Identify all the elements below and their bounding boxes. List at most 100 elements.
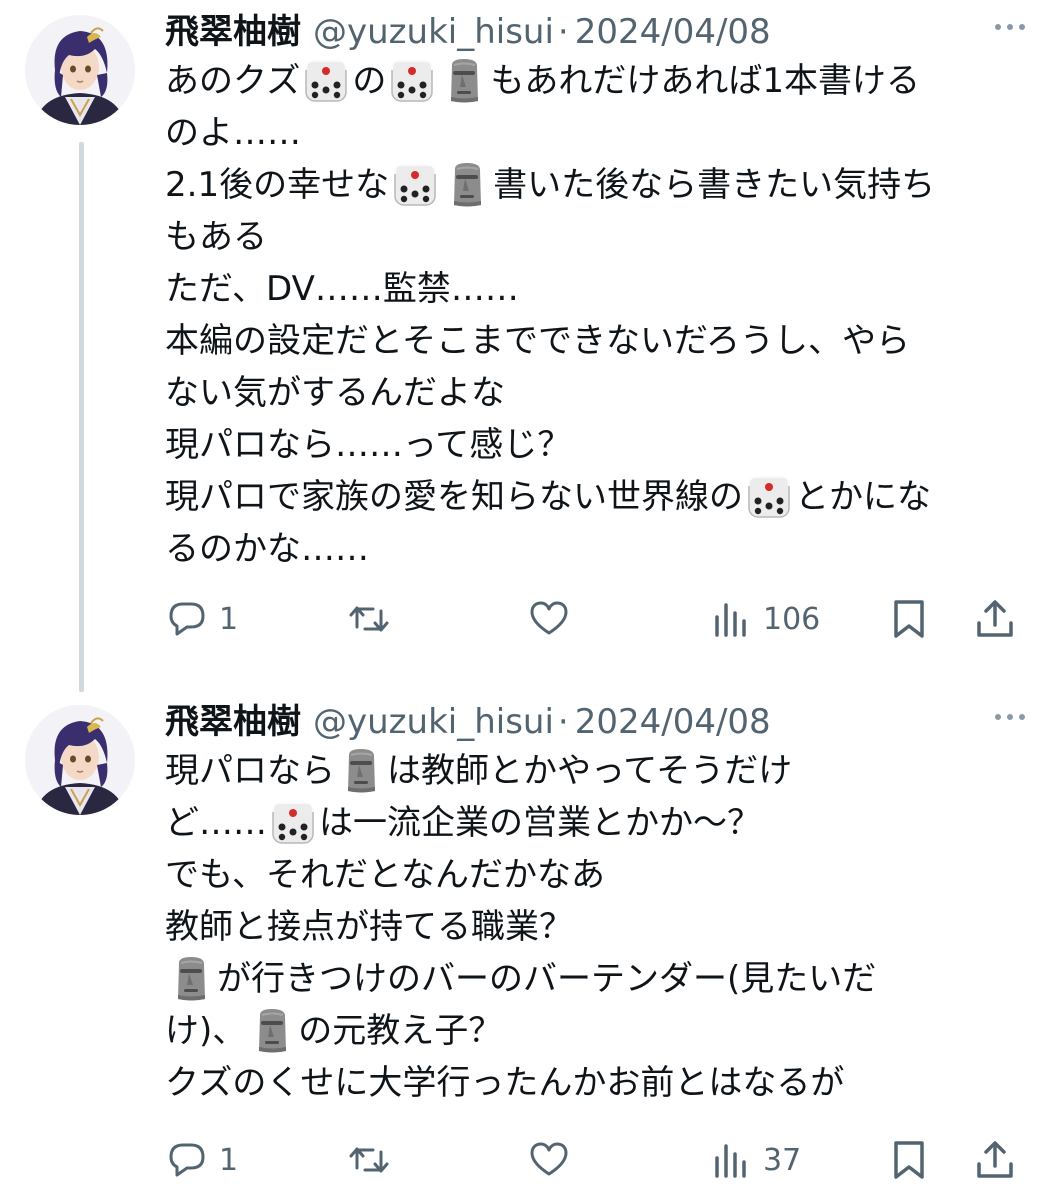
text-segment: クズのくせに大学行ったんかお前とはなるが (165, 1063, 845, 1103)
moai-emoji-icon (439, 57, 489, 105)
game-die-emoji-icon (387, 57, 437, 105)
text-segment: ど…… (165, 803, 267, 843)
text-segment: 現パロなら (165, 751, 335, 791)
moai-emoji-icon (166, 955, 216, 1003)
text-segment: ない気がするんだよな (165, 373, 505, 413)
retweet-button[interactable] (347, 594, 401, 644)
share-button[interactable] (973, 594, 1017, 644)
text-segment: もあれだけあれば1本書ける (490, 61, 920, 101)
views-button[interactable]: 37 (709, 1135, 801, 1185)
tweet-header: 飛翠柚樹 @yuzuki_hisui · 2024/04/08 (165, 698, 771, 746)
tweet-date[interactable]: 2024/04/08 (575, 698, 771, 746)
reply-count: 1 (219, 601, 239, 637)
views-button[interactable]: 106 (709, 594, 820, 644)
game-die-emoji-icon (301, 57, 351, 105)
tweet-header: 飛翠柚樹 @yuzuki_hisui · 2024/04/08 (165, 8, 771, 56)
text-segment: は一流企業の営業とかか〜？ (319, 803, 761, 843)
tweet-text-line: 現パロなら は教師とかやってそうだけ (165, 745, 1015, 797)
tweet-text-line: 現パロなら……って感じ？ (165, 419, 1015, 471)
tweet-text-line: 教師と接点が持てる職業？ (165, 901, 1015, 953)
like-button[interactable] (527, 594, 581, 644)
author-name[interactable]: 飛翠柚樹 (165, 8, 301, 56)
tweet-text-line: ない気がするんだよな (165, 367, 1015, 419)
text-segment: もある (165, 217, 267, 257)
text-segment: 本編の設定だとそこまでできないだろうし、やら (165, 321, 910, 361)
tweet-text-line: 本編の設定だとそこまでできないだろうし、やら (165, 315, 1015, 367)
retweet-button[interactable] (347, 1135, 401, 1185)
views-count: 37 (763, 1142, 802, 1178)
reply-count: 1 (219, 1142, 239, 1178)
tweet-text-line: が行きつけのバーのバーテンダー(見たいだ (165, 953, 1015, 1005)
retweet-icon (347, 1138, 391, 1182)
thread-connector-line (79, 142, 84, 692)
text-segment: 現パロで家族の愛を知らない世界線の (165, 477, 743, 517)
tweet-text-line: 2.1後の幸せな 書いた後なら書きたい気持ち (165, 159, 1015, 211)
tweet-text: 現パロなら は教師とかやってそうだけど…… は一流企業の営業とかか〜？ でも、それだと… (165, 745, 1015, 1109)
separator-dot: · (557, 702, 569, 742)
text-segment: 2.1後の幸せな (165, 165, 390, 205)
tweet-text-line: のよ…… (165, 107, 1015, 159)
tweet-text-line: ただ、DV……監禁…… (165, 263, 1015, 315)
views-count: 106 (763, 601, 821, 637)
share-upload-icon (973, 1138, 1017, 1182)
tweet-date[interactable]: 2024/04/08 (575, 8, 771, 56)
bar-chart-icon (709, 597, 753, 641)
more-options-icon[interactable] (995, 712, 1025, 722)
tweet-text-line: あのクズ の もあれだけあれば1本書ける (165, 55, 1015, 107)
text-segment: るのかな…… (165, 529, 369, 569)
heart-icon (527, 1138, 571, 1182)
tweet-text: あのクズ の もあれだけあれば1本書けるのよ…… 2.1後の幸せな 書いた後なら書きたい… (165, 55, 1015, 575)
text-segment: 書いた後なら書きたい気持ち (493, 165, 936, 205)
text-segment: でも、それだとなんだかなあ (165, 855, 605, 895)
reply-button[interactable]: 1 (165, 594, 238, 644)
tweet-actions: 1 106 (165, 594, 1025, 644)
moai-emoji-icon (247, 1007, 297, 1055)
tweet[interactable]: 飛翠柚樹 @yuzuki_hisui · 2024/04/08 あのクズ の もあれ… (0, 0, 1045, 692)
reply-button[interactable]: 1 (165, 1135, 238, 1185)
text-segment: が行きつけのバーのバーテンダー(見たいだ (217, 959, 877, 999)
text-segment: け)、 (165, 1011, 247, 1051)
share-button[interactable] (973, 1135, 1017, 1185)
avatar[interactable] (25, 705, 135, 815)
bookmark-button[interactable] (887, 594, 931, 644)
text-segment: とかにな (795, 477, 931, 517)
text-segment: のよ…… (165, 113, 301, 153)
author-handle[interactable]: @yuzuki_hisui (313, 8, 554, 56)
tweet-text-line: クズのくせに大学行ったんかお前とはなるが (165, 1057, 1015, 1109)
bookmark-icon (887, 1138, 931, 1182)
avatar[interactable] (25, 15, 135, 125)
tweet-text-line: るのかな…… (165, 523, 1015, 575)
text-segment: の (352, 61, 387, 101)
like-button[interactable] (527, 1135, 581, 1185)
tweet-text-line: でも、それだとなんだかなあ (165, 849, 1015, 901)
reply-icon (165, 1138, 209, 1182)
author-name[interactable]: 飛翠柚樹 (165, 698, 301, 746)
text-segment: 現パロなら……って感じ？ (165, 425, 572, 465)
game-die-emoji-icon (744, 473, 794, 521)
text-segment: 教師と接点が持てる職業？ (165, 907, 573, 947)
text-segment: の元教え子？ (298, 1011, 503, 1051)
tweet-text-line: 現パロで家族の愛を知らない世界線の とかにな (165, 471, 1015, 523)
tweet-text-line: ど…… は一流企業の営業とかか〜？ (165, 797, 1015, 849)
text-segment: は教師とかやってそうだけ (387, 751, 793, 791)
tweet-text-line: け)、 の元教え子？ (165, 1005, 1015, 1057)
tweet-actions: 1 37 (165, 1135, 1025, 1185)
heart-icon (527, 597, 571, 641)
more-options-icon[interactable] (995, 22, 1025, 32)
reply-icon (165, 597, 209, 641)
moai-emoji-icon (336, 747, 386, 795)
bookmark-button[interactable] (887, 1135, 931, 1185)
text-segment: ただ、DV……監禁…… (165, 269, 519, 309)
author-handle[interactable]: @yuzuki_hisui (313, 698, 554, 746)
share-upload-icon (973, 597, 1017, 641)
game-die-emoji-icon (268, 799, 318, 847)
tweet-text-line: もある (165, 211, 1015, 263)
separator-dot: · (557, 12, 569, 52)
bookmark-icon (887, 597, 931, 641)
tweet[interactable]: 飛翠柚樹 @yuzuki_hisui · 2024/04/08 現パロなら は教師… (0, 690, 1045, 1200)
retweet-icon (347, 597, 391, 641)
game-die-emoji-icon (390, 161, 440, 209)
bar-chart-icon (709, 1138, 753, 1182)
text-segment: あのクズ (165, 61, 301, 101)
moai-emoji-icon (442, 161, 492, 209)
